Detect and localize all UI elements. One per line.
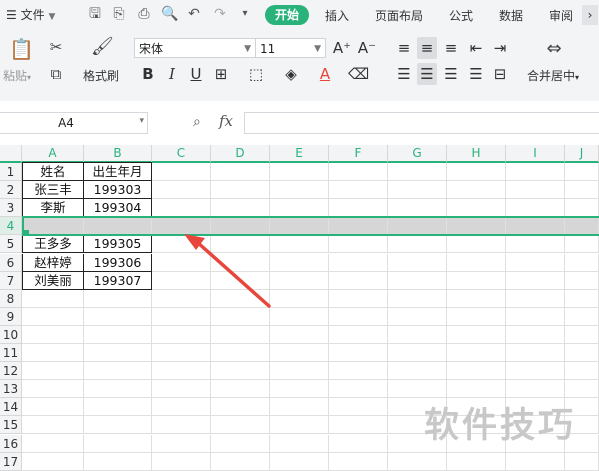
arrow-shaft (195, 240, 271, 308)
annotation-arrow (184, 234, 271, 308)
